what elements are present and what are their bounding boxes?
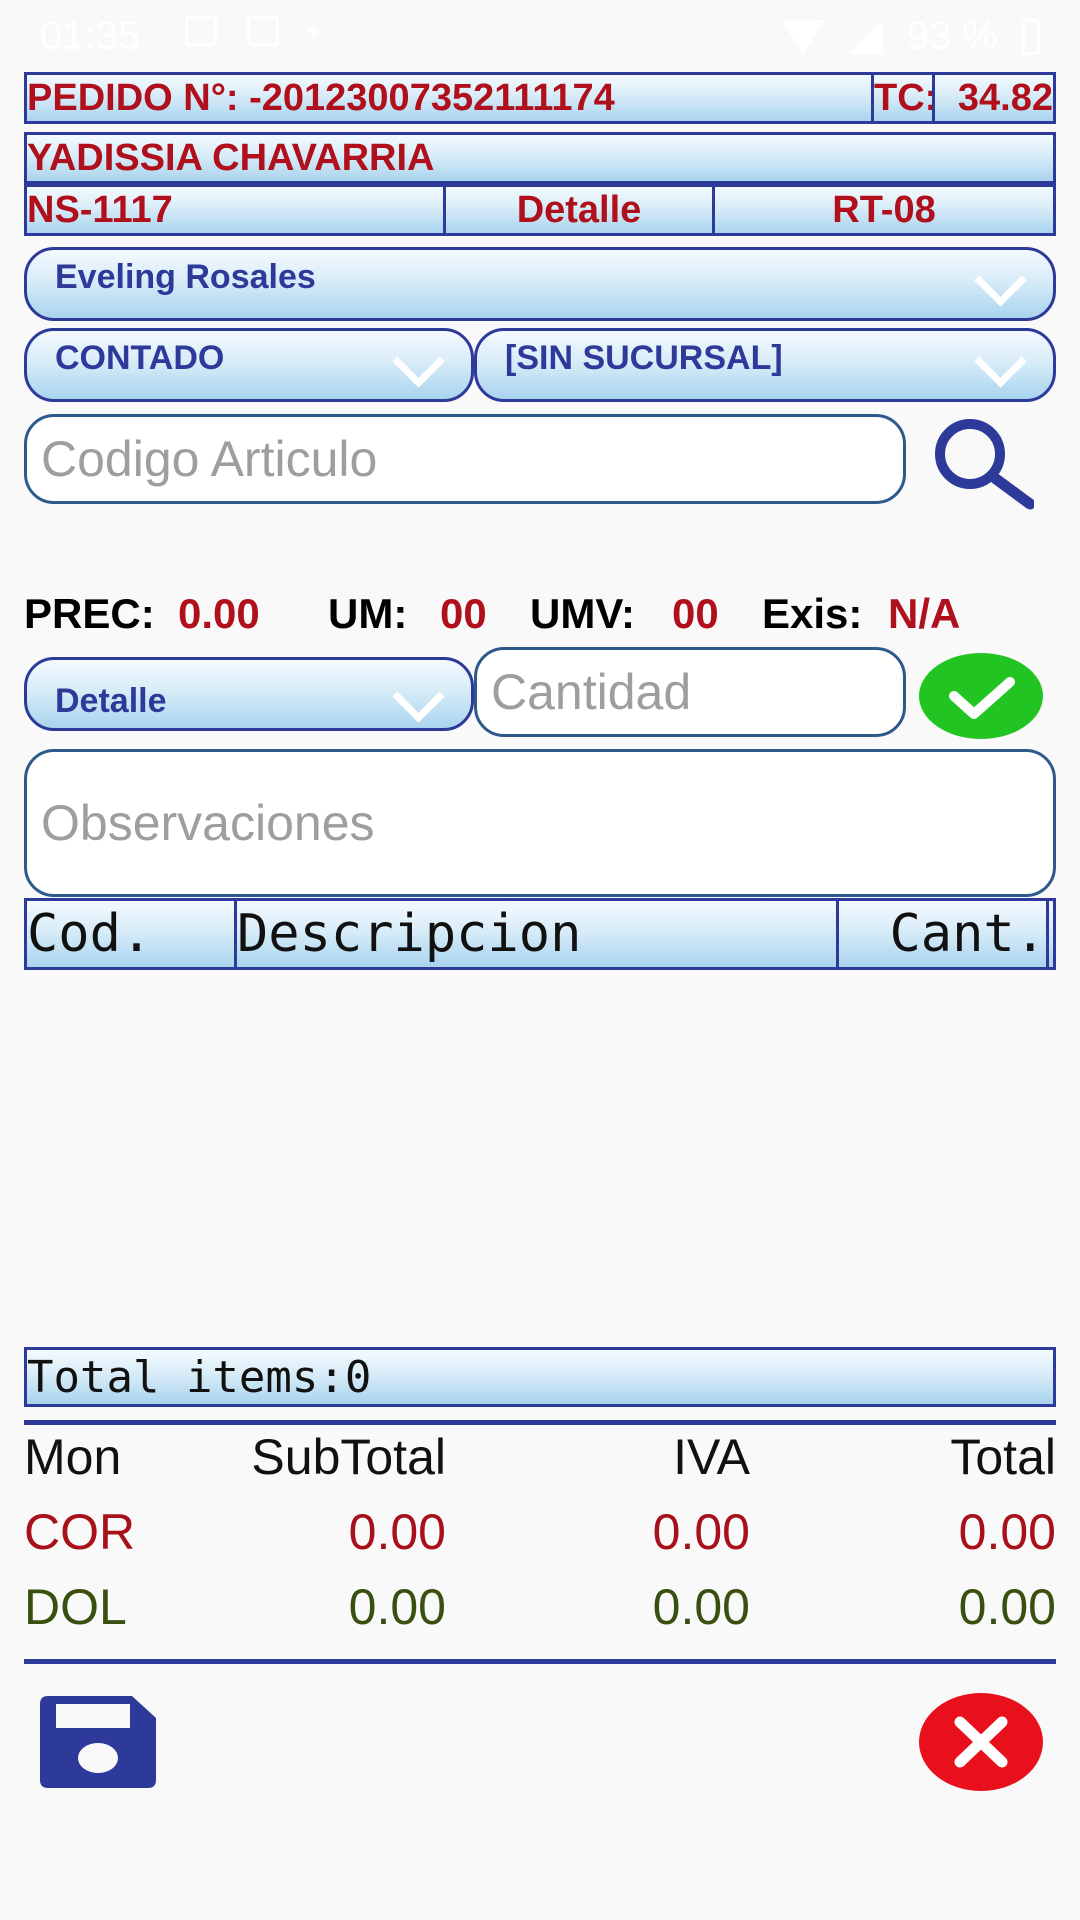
divider xyxy=(24,1420,1056,1425)
umv-label: UMV: xyxy=(530,590,635,637)
order-number: PEDIDO N°: -20123007352111174 xyxy=(27,77,615,119)
save-button[interactable] xyxy=(40,1696,156,1788)
notification-icons xyxy=(185,16,319,46)
save-icon xyxy=(40,1696,156,1788)
branch-value: [SIN SUCURSAL] xyxy=(505,339,783,377)
seller-value: Eveling Rosales xyxy=(55,258,316,296)
summary-header-subtotal: SubTotal xyxy=(251,1429,446,1485)
tc-label-cell: TC: xyxy=(871,72,935,124)
um-value: 00 xyxy=(440,590,487,637)
col-description: Descripcion xyxy=(237,901,839,967)
prec-value: 0.00 xyxy=(178,590,260,637)
col-quantity: Cant. xyxy=(839,901,1049,967)
battery-percent: 93 % xyxy=(906,14,998,58)
branch-dropdown[interactable]: [SIN SUCURSAL] xyxy=(474,328,1056,402)
prec-label: PREC: xyxy=(24,590,155,637)
detail-value: Detalle xyxy=(55,682,167,720)
divider xyxy=(24,1659,1056,1664)
detail-dropdown[interactable]: Detalle xyxy=(24,657,474,731)
status-time: 01:35 xyxy=(40,14,141,58)
summary-header-mon: Mon xyxy=(24,1429,122,1485)
total-items-bar: Total items:0 xyxy=(24,1347,1056,1407)
chevron-down-icon xyxy=(392,670,445,723)
system-icons: 93 % xyxy=(780,14,1040,59)
client-name: YADISSIA CHAVARRIA xyxy=(27,137,435,179)
items-list[interactable] xyxy=(24,970,1056,1346)
route-cell: RT-08 xyxy=(712,184,1056,236)
check-icon xyxy=(919,653,1043,739)
cancel-button[interactable] xyxy=(918,1692,1044,1792)
signal-icon xyxy=(848,19,883,54)
summary-cor-iva: 0.00 xyxy=(652,1504,750,1560)
price-type: Detalle xyxy=(516,189,642,231)
chevron-down-icon xyxy=(392,335,445,388)
close-icon xyxy=(919,1693,1043,1791)
search-icon xyxy=(935,419,1036,510)
price-type-cell: Detalle xyxy=(443,184,715,236)
summary-cor-mon: COR xyxy=(24,1504,136,1560)
summary-dol-iva: 0.00 xyxy=(652,1579,750,1635)
client-code: NS-1117 xyxy=(27,189,173,231)
umv-value: 00 xyxy=(672,590,719,637)
observations-input[interactable] xyxy=(24,749,1056,897)
tc-label: TC: xyxy=(874,77,935,119)
summary-header-iva: IVA xyxy=(673,1429,750,1485)
summary-dol-subtotal: 0.00 xyxy=(348,1579,446,1635)
col-code: Cod. xyxy=(27,901,237,967)
summary-dol-mon: DOL xyxy=(24,1579,127,1635)
summary-header-total: Total xyxy=(950,1429,1056,1485)
dot-icon xyxy=(309,26,319,36)
confirm-button[interactable] xyxy=(918,652,1044,740)
exis-label: Exis: xyxy=(762,590,863,637)
status-bar: 01:35 93 % xyxy=(0,0,1080,72)
quantity-input[interactable] xyxy=(474,647,906,737)
payment-dropdown[interactable]: CONTADO xyxy=(24,328,474,402)
summary-dol-total: 0.00 xyxy=(958,1579,1056,1635)
mail-icon xyxy=(247,16,279,46)
items-table-header: Cod. Descripcion Cant. xyxy=(24,898,1056,970)
image-icon xyxy=(185,16,217,46)
client-code-cell: NS-1117 xyxy=(24,184,446,236)
tc-value-cell: 34.82 xyxy=(932,72,1056,124)
chevron-down-icon xyxy=(974,254,1027,307)
um-label: UM: xyxy=(328,590,408,637)
search-button[interactable] xyxy=(922,414,1036,514)
exis-value: N/A xyxy=(888,590,961,637)
chevron-down-icon xyxy=(974,335,1027,388)
summary-cor-subtotal: 0.00 xyxy=(348,1504,446,1560)
wifi-icon xyxy=(780,19,825,54)
order-number-cell: PEDIDO N°: -20123007352111174 xyxy=(24,72,874,124)
route: RT-08 xyxy=(832,189,936,231)
total-items: Total items:0 xyxy=(27,1352,372,1403)
payment-value: CONTADO xyxy=(55,339,225,377)
tc-value: 34.82 xyxy=(957,77,1053,119)
article-code-input[interactable] xyxy=(24,414,906,504)
client-name-cell: YADISSIA CHAVARRIA xyxy=(24,132,1056,184)
summary-cor-total: 0.00 xyxy=(958,1504,1056,1560)
battery-icon xyxy=(1022,18,1040,55)
seller-dropdown[interactable]: Eveling Rosales xyxy=(24,247,1056,321)
